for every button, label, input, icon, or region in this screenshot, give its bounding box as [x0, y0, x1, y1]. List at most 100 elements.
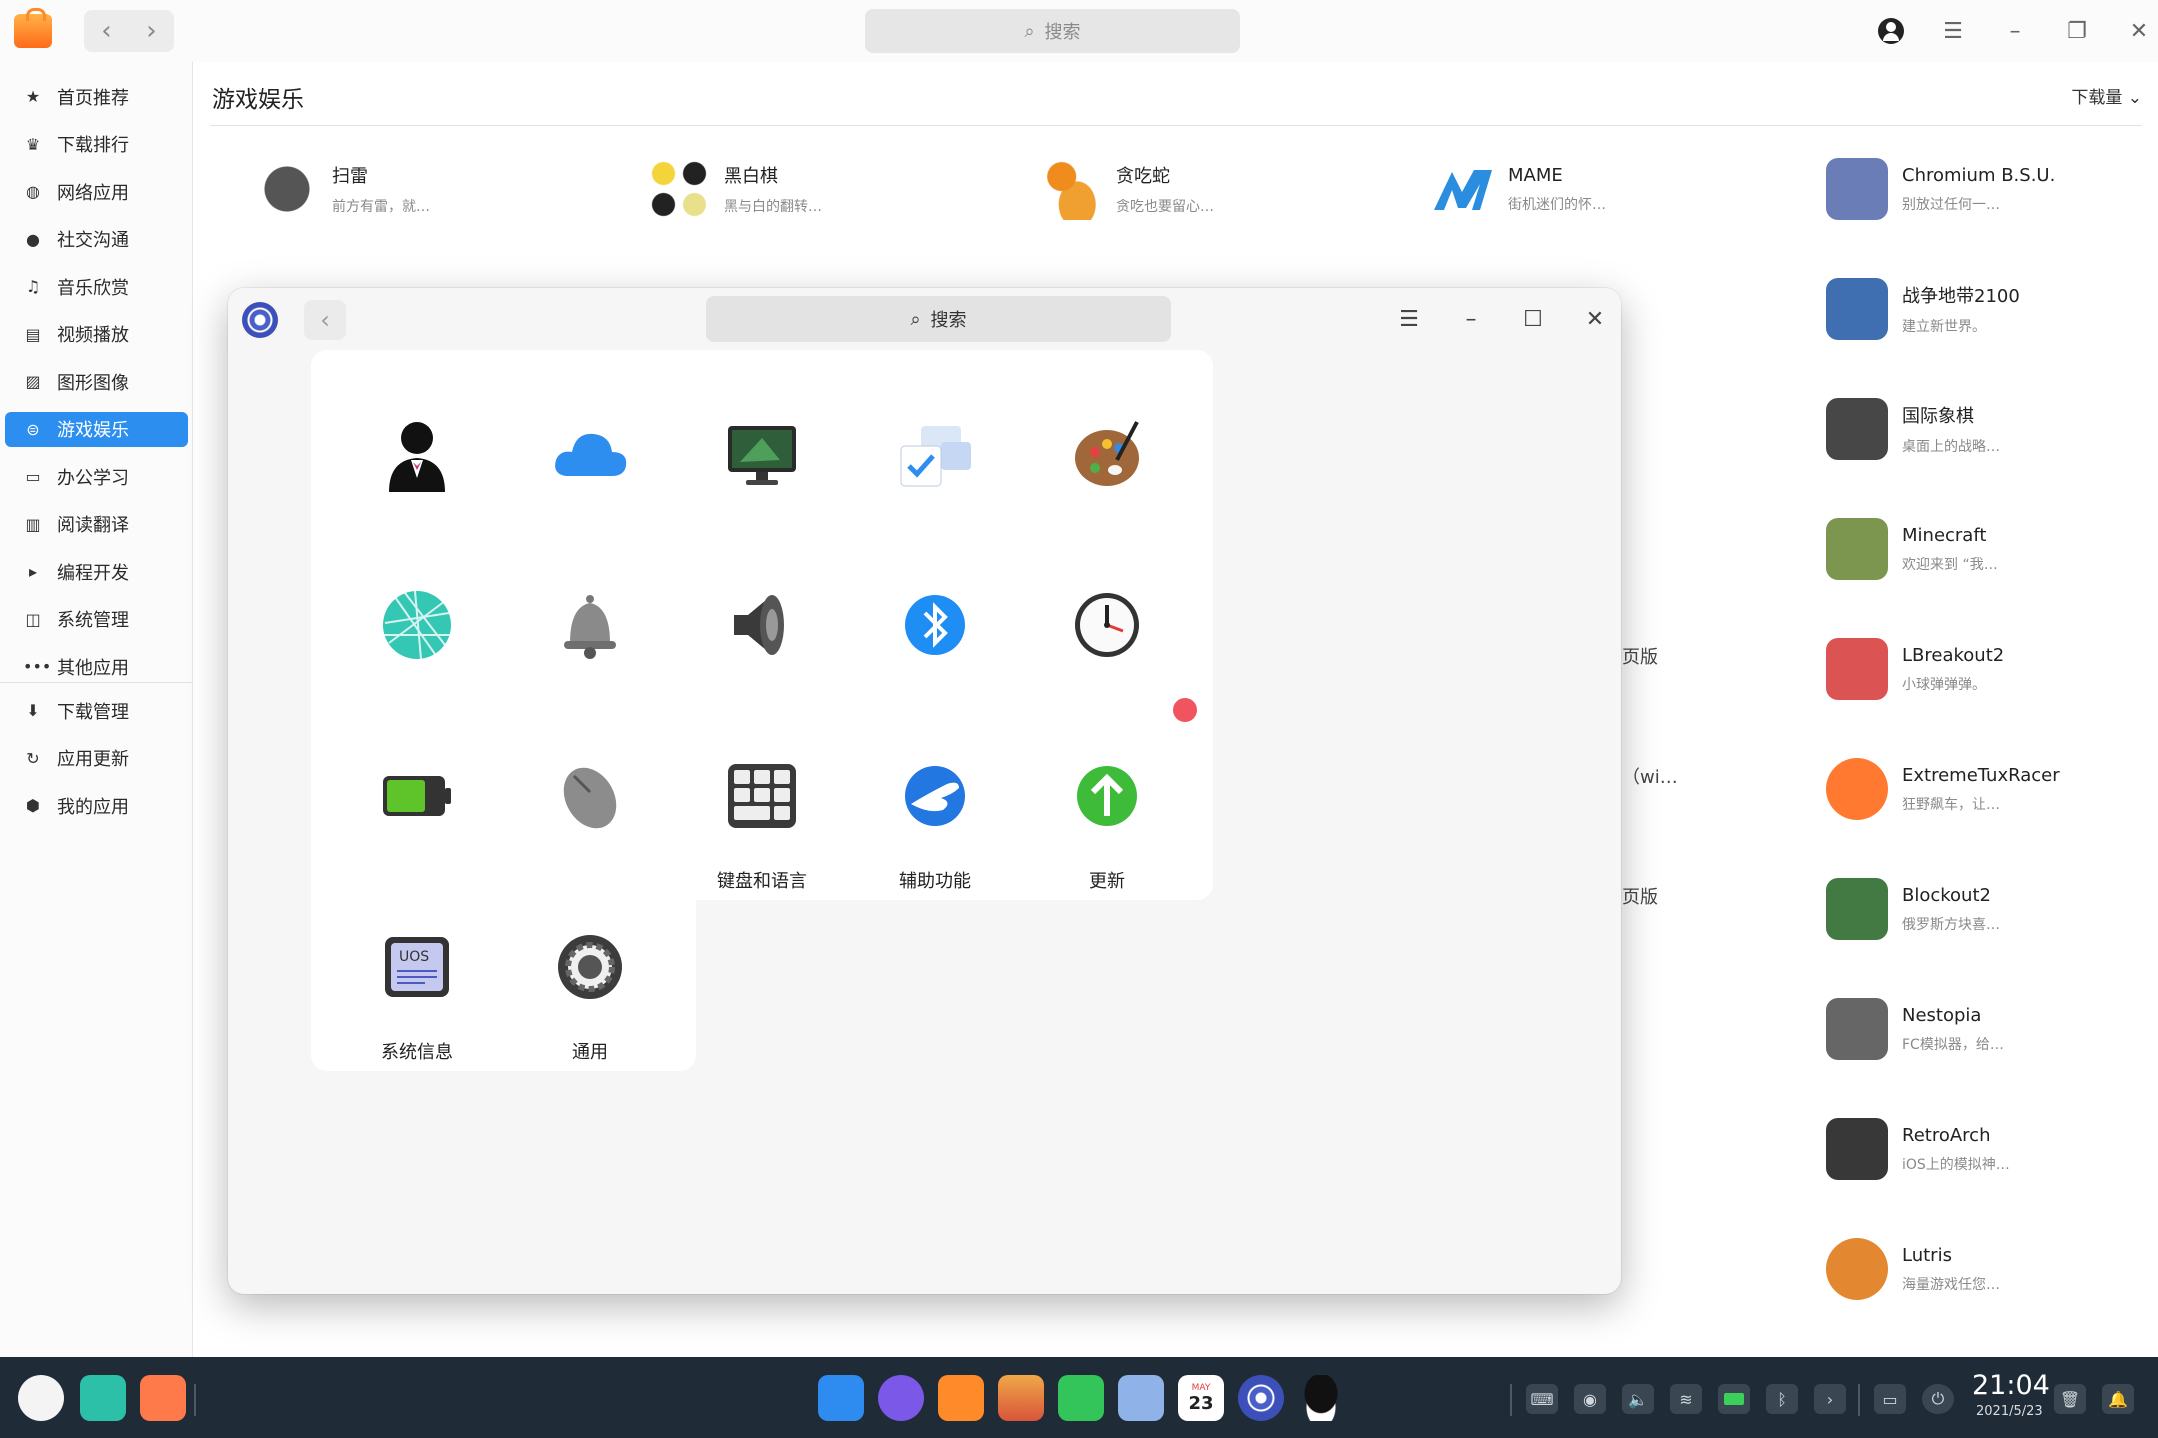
minimize-button[interactable]: – — [1984, 14, 2046, 48]
game-app-icon — [1826, 398, 1888, 460]
contacts-icon[interactable] — [1118, 1375, 1164, 1421]
back-arrow-icon[interactable]: ‹ — [84, 10, 129, 52]
menu-button[interactable]: ☰ — [1378, 302, 1440, 336]
launcher-icon[interactable] — [18, 1375, 64, 1421]
app-card[interactable]: 战争地带2100 建立新世界。 — [1826, 278, 2020, 340]
power-icon[interactable]: ⏻ — [1922, 1384, 1954, 1414]
user-account-button[interactable] — [1860, 14, 1922, 48]
clock-date[interactable]: 2021/5/23 — [1976, 1404, 2043, 1419]
sort-dropdown[interactable]: 下载量 ⌄ — [2071, 83, 2142, 108]
sidebar-item[interactable]: ••• 其他应用 — [5, 649, 188, 684]
game-app-icon — [1826, 518, 1888, 580]
file-manager-icon[interactable] — [818, 1375, 864, 1421]
restore-button[interactable]: ❐ — [2046, 14, 2108, 48]
sidebar-item[interactable]: ▨ 图形图像 — [5, 364, 188, 399]
sidebar-item[interactable]: ⊜ 游戏娱乐 — [5, 411, 188, 447]
app-card[interactable]: LBreakout2 小球弹弹弹。 — [1826, 638, 2004, 700]
app-card[interactable]: RetroArch iOS上的模拟神… — [1826, 1118, 2010, 1180]
forward-arrow-icon[interactable]: › — [129, 10, 174, 52]
app-card[interactable]: Chromium B.S.U. 别放过任何一… — [1826, 158, 2055, 220]
close-button[interactable]: ✕ — [2108, 14, 2158, 48]
app-card[interactable]: Blockout2 俄罗斯方块喜… — [1826, 878, 2000, 940]
control-center-icon[interactable] — [1238, 1375, 1284, 1421]
speaker-icon — [720, 583, 804, 667]
sidebar-item[interactable]: ♛ 下载排行 — [5, 127, 188, 162]
box-icon: ⬢ — [26, 796, 40, 815]
keyboard-tray-icon[interactable]: ⌨ — [1526, 1384, 1558, 1414]
image-viewer-icon[interactable] — [998, 1375, 1044, 1421]
cc-search-input[interactable]: ⌕ 搜索 — [706, 296, 1171, 342]
qq-icon[interactable] — [1298, 1375, 1344, 1421]
store-search-input[interactable]: ⌕ 搜索 — [865, 9, 1240, 53]
sidebar-item[interactable]: ↻ 应用更新 — [5, 741, 188, 776]
qq-tray-icon[interactable]: ◉ — [1574, 1384, 1606, 1414]
store-sidebar: ★ 首页推荐 ♛ 下载排行 ◍ 网络应用 ● 社交沟通 ♫ 音乐欣赏 ▤ 视频播放 ▨ 图形图像 ⊜ 游戏娱乐… — [0, 62, 193, 1357]
store-window-controls: ☰ – ❐ ✕ — [1860, 14, 2158, 48]
menu-button[interactable]: ☰ — [1922, 14, 1984, 48]
sidebar-item[interactable]: ⬢ 我的应用 — [5, 788, 188, 823]
app-desc: 欢迎来到 “我… — [1902, 556, 1998, 573]
app-card[interactable]: ExtremeTuxRacer 狂野飙车，让… — [1826, 758, 2060, 820]
calendar-icon[interactable]: MAY 23 — [1178, 1375, 1224, 1421]
back-button[interactable]: ‹ — [304, 300, 346, 340]
hidden-text-fragment: （wi… — [1622, 767, 1678, 788]
app-card-mame[interactable]: MAME 街机迷们的怀… — [1432, 158, 1606, 220]
sidebar-item[interactable]: ● 社交沟通 — [5, 222, 188, 257]
trash-icon[interactable]: 🗑 — [2054, 1384, 2086, 1414]
dock-separator — [194, 1384, 196, 1416]
sidebar-item[interactable]: ▸ 编程开发 — [5, 554, 188, 589]
crown-icon: ♛ — [25, 134, 41, 154]
sidebar-item-label: 游戏娱乐 — [57, 420, 129, 441]
wifi-icon[interactable]: ≋ — [1670, 1384, 1702, 1414]
chevron-down-icon: ⌄ — [2127, 88, 2142, 108]
dock-separator — [1858, 1384, 1860, 1416]
sidebar-item[interactable]: ▥ 阅读翻译 — [5, 507, 188, 542]
game-app-icon — [1826, 1118, 1888, 1180]
browser-icon[interactable] — [878, 1375, 924, 1421]
app-card-minesweeper[interactable]: 扫雷 前方有雷，就… — [256, 158, 430, 220]
sidebar-item[interactable]: ▭ 办公学习 — [5, 459, 188, 494]
game-app-icon — [1826, 878, 1888, 940]
snake-icon — [1040, 158, 1102, 220]
keyboard-layout-icon[interactable]: ▭ — [1874, 1384, 1906, 1414]
app-card[interactable]: Lutris 海量游戏任您… — [1826, 1238, 2000, 1300]
app-card[interactable]: Nestopia FC模拟器，给… — [1826, 998, 2004, 1060]
sidebar-item[interactable]: ★ 首页推荐 — [5, 79, 188, 114]
sidebar-item[interactable]: ⬇ 下载管理 — [5, 693, 188, 728]
sidebar-item[interactable]: ◍ 网络应用 — [5, 174, 188, 209]
display-icon — [720, 412, 804, 496]
expand-tray-icon[interactable]: › — [1814, 1384, 1846, 1414]
sidebar-item[interactable]: ◫ 系统管理 — [5, 602, 188, 637]
app-name: LBreakout2 — [1902, 644, 2005, 666]
game-app-icon — [1826, 278, 1888, 340]
section-divider — [210, 125, 2142, 126]
app-store-icon[interactable] — [938, 1375, 984, 1421]
app-card-reversi[interactable]: 黑白棋 黑与白的翻转… — [648, 158, 822, 220]
app-card[interactable]: Minecraft 欢迎来到 “我… — [1826, 518, 1998, 580]
bluetooth-tray-icon[interactable]: ᛒ — [1766, 1384, 1798, 1414]
workspace-icon[interactable] — [140, 1375, 186, 1421]
account-icon — [375, 412, 459, 496]
minimize-button[interactable]: – — [1440, 302, 1502, 336]
music-icon[interactable] — [1058, 1375, 1104, 1421]
maximize-button[interactable]: ☐ — [1502, 302, 1564, 336]
notification-bell-icon[interactable]: 🔔 — [2102, 1384, 2134, 1414]
app-card-snake[interactable]: 贪吃蛇 贪吃也要留心… — [1040, 158, 1214, 220]
sidebar-item[interactable]: ♫ 音乐欣赏 — [5, 269, 188, 304]
volume-icon[interactable]: 🔈 — [1622, 1384, 1654, 1414]
app-name: ExtremeTuxRacer — [1902, 764, 2060, 786]
clock-time[interactable]: 21:04 — [1972, 1370, 2050, 1401]
sidebar-item-label: 首页推荐 — [57, 87, 129, 109]
close-button[interactable]: ✕ — [1564, 302, 1621, 336]
settings-tile[interactable]: 更新 — [1001, 692, 1213, 900]
sidebar-item[interactable]: ▤ 视频播放 — [5, 317, 188, 352]
battery-tray-icon[interactable] — [1718, 1384, 1750, 1414]
multitask-view-icon[interactable] — [80, 1375, 126, 1421]
hidden-text-fragment: 页版 — [1622, 887, 1658, 908]
svg-text:UOS: UOS — [399, 949, 429, 965]
app-card[interactable]: 国际象棋 桌面上的战略… — [1826, 398, 2000, 460]
dock: MAY 23 ⌨ ◉ 🔈 ≋ ᛒ › ▭ ⏻ 🗑 🔔 — [0, 1357, 2158, 1438]
settings-tile[interactable]: 通用 — [484, 863, 696, 1071]
search-icon: ⌕ — [1024, 20, 1035, 42]
mame-icon — [1432, 158, 1494, 220]
